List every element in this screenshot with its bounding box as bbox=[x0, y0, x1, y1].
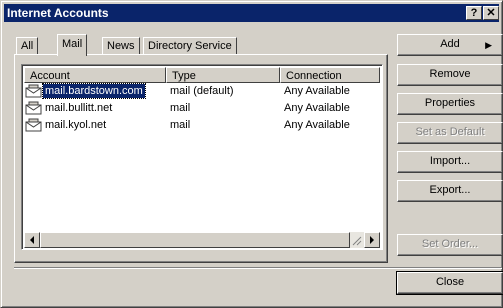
tab-mail[interactable]: Mail bbox=[57, 34, 88, 56]
mail-account-icon bbox=[25, 84, 42, 98]
triangle-right-icon: ▶ bbox=[485, 40, 492, 50]
account-connection: Any Available bbox=[284, 102, 350, 114]
tab-all-label: All bbox=[21, 40, 34, 52]
column-header-type[interactable]: Type bbox=[166, 67, 280, 83]
account-connection: Any Available bbox=[284, 85, 350, 97]
import-button-label: Import... bbox=[429, 155, 471, 167]
properties-button[interactable]: Properties bbox=[397, 93, 503, 115]
account-connection: Any Available bbox=[284, 119, 350, 131]
import-button[interactable]: Import... bbox=[397, 151, 503, 173]
scroll-left-button[interactable] bbox=[24, 232, 40, 248]
mail-account-icon bbox=[25, 118, 42, 132]
account-name: mail.kyol.net bbox=[45, 119, 107, 131]
set-order-button-label: Set Order... bbox=[421, 238, 479, 250]
close-button-label: Close bbox=[435, 276, 465, 288]
arrow-left-icon bbox=[30, 236, 34, 244]
tab-news[interactable]: News bbox=[102, 37, 140, 55]
column-header-connection-label: Connection bbox=[286, 70, 342, 82]
remove-button[interactable]: Remove bbox=[397, 64, 503, 86]
window-title: Internet Accounts bbox=[7, 6, 109, 20]
list-item[interactable]: mail.bardstown.com mail (default) Any Av… bbox=[24, 83, 380, 100]
remove-button-label: Remove bbox=[429, 68, 471, 80]
scroll-thumb[interactable] bbox=[40, 232, 350, 248]
add-button[interactable]: Add ▶ bbox=[397, 34, 503, 56]
account-name: mail.bardstown.com bbox=[42, 83, 146, 99]
column-header-account[interactable]: Account bbox=[24, 67, 166, 83]
separator bbox=[14, 267, 502, 269]
account-name: mail.bullitt.net bbox=[45, 102, 113, 114]
set-as-default-button-label: Set as Default bbox=[415, 126, 485, 138]
internet-accounts-window: Internet Accounts ? ✕ All Mail News Dire… bbox=[0, 0, 503, 308]
arrow-right-icon bbox=[370, 236, 374, 244]
column-header-account-label: Account bbox=[30, 70, 70, 82]
close-window-button[interactable]: ✕ bbox=[483, 6, 499, 20]
title-bar[interactable]: Internet Accounts ? ✕ bbox=[4, 4, 499, 22]
account-type: mail (default) bbox=[170, 85, 234, 97]
tab-all[interactable]: All bbox=[16, 37, 39, 55]
export-button-label: Export... bbox=[429, 184, 471, 196]
set-order-button[interactable]: Set Order... bbox=[397, 234, 503, 256]
list-item[interactable]: mail.bullitt.net mail Any Available bbox=[24, 100, 380, 117]
tab-news-label: News bbox=[107, 40, 135, 52]
tab-mail-label: Mail bbox=[62, 38, 83, 50]
account-type: mail bbox=[170, 102, 191, 114]
mail-account-icon bbox=[25, 101, 42, 115]
list-item[interactable]: mail.kyol.net mail Any Available bbox=[24, 117, 380, 134]
account-type: mail bbox=[170, 119, 191, 131]
tab-directory-service-label: Directory Service bbox=[148, 40, 232, 52]
tab-directory-service[interactable]: Directory Service bbox=[143, 37, 237, 55]
add-button-label: Add bbox=[440, 38, 460, 50]
resize-grip-icon bbox=[352, 236, 362, 246]
horizontal-scrollbar[interactable] bbox=[24, 232, 380, 248]
export-button[interactable]: Export... bbox=[397, 180, 503, 202]
set-as-default-button[interactable]: Set as Default bbox=[397, 122, 503, 144]
close-button[interactable]: Close bbox=[396, 271, 503, 295]
help-button[interactable]: ? bbox=[466, 6, 482, 20]
column-header-type-label: Type bbox=[172, 70, 196, 82]
properties-button-label: Properties bbox=[424, 97, 476, 109]
scroll-right-button[interactable] bbox=[364, 232, 380, 248]
column-header-connection[interactable]: Connection bbox=[280, 67, 380, 83]
accounts-list[interactable]: Account Type Connection mail.bardstown.c… bbox=[21, 64, 383, 250]
